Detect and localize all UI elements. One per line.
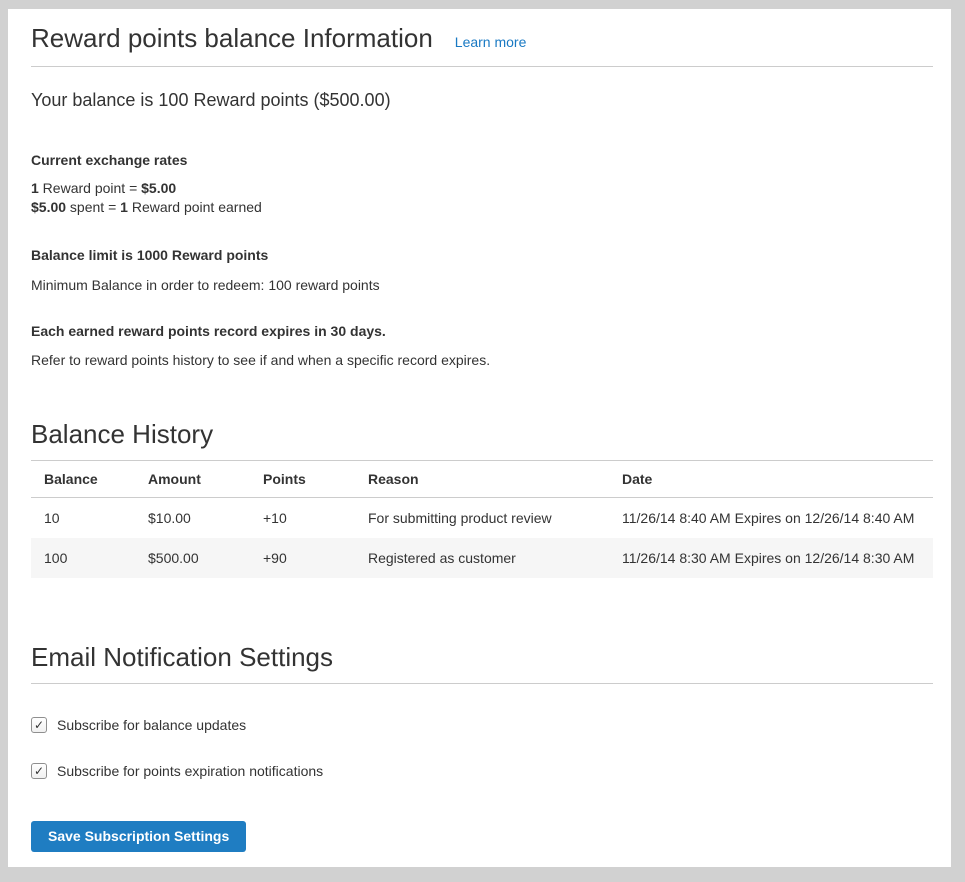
spend-value-bold: $5.00 <box>31 199 66 215</box>
cell-amount: $500.00 <box>135 538 250 578</box>
page-header: Reward points balance Information Learn … <box>31 23 933 54</box>
cell-balance: 100 <box>31 538 135 578</box>
subscribe-balance-updates-row[interactable]: ✓ Subscribe for balance updates <box>31 717 933 733</box>
column-header-date: Date <box>609 461 933 498</box>
column-header-reason: Reason <box>355 461 609 498</box>
subscribe-expiration-notifications-row[interactable]: ✓ Subscribe for points expiration notifi… <box>31 763 933 779</box>
cell-balance: 10 <box>31 498 135 539</box>
reward-points-panel: Reward points balance Information Learn … <box>8 9 951 867</box>
column-header-amount: Amount <box>135 461 250 498</box>
page-title: Reward points balance Information <box>31 23 433 54</box>
balance-limit-text: Balance limit is 1000 Reward points <box>31 246 933 265</box>
spend-middle-text: spent = <box>66 199 120 215</box>
exchange-rates-heading: Current exchange rates <box>31 151 933 170</box>
table-row: 100 $500.00 +90 Registered as customer 1… <box>31 538 933 578</box>
cell-reason: Registered as customer <box>355 538 609 578</box>
spend-suffix-text: Reward point earned <box>128 199 262 215</box>
learn-more-link[interactable]: Learn more <box>455 34 527 50</box>
balance-history-title: Balance History <box>31 419 933 450</box>
cell-date: 11/26/14 8:40 AM Expires on 12/26/14 8:4… <box>609 498 933 539</box>
rate-middle-text: Reward point = <box>39 180 141 196</box>
header-divider <box>31 66 933 67</box>
table-row: 10 $10.00 +10 For submitting product rev… <box>31 498 933 539</box>
rate-value-bold: $5.00 <box>141 180 176 196</box>
expiration-notifications-label: Subscribe for points expiration notifica… <box>57 763 323 779</box>
cell-points: +10 <box>250 498 355 539</box>
balance-history-table: Balance Amount Points Reason Date 10 $10… <box>31 460 933 578</box>
balance-updates-label: Subscribe for balance updates <box>57 717 246 733</box>
table-header-row: Balance Amount Points Reason Date <box>31 461 933 498</box>
rate-points-bold: 1 <box>31 180 39 196</box>
email-notification-title: Email Notification Settings <box>31 642 933 673</box>
exchange-rate-point-to-currency: 1 Reward point = $5.00 <box>31 180 176 196</box>
exchange-rates-lines: 1 Reward point = $5.00 $5.00 spent = 1 R… <box>31 179 933 217</box>
balance-updates-checkbox[interactable]: ✓ <box>31 717 47 733</box>
save-subscription-settings-button[interactable]: Save Subscription Settings <box>31 821 246 852</box>
minimum-redeem-text: Minimum Balance in order to redeem: 100 … <box>31 276 933 295</box>
spend-points-bold: 1 <box>120 199 128 215</box>
cell-reason: For submitting product review <box>355 498 609 539</box>
column-header-points: Points <box>250 461 355 498</box>
cell-date: 11/26/14 8:30 AM Expires on 12/26/14 8:3… <box>609 538 933 578</box>
cell-points: +90 <box>250 538 355 578</box>
expiration-rule-text: Each earned reward points record expires… <box>31 322 933 341</box>
expiration-notifications-checkbox[interactable]: ✓ <box>31 763 47 779</box>
balance-summary: Your balance is 100 Reward points ($500.… <box>31 88 933 113</box>
notification-divider <box>31 683 933 684</box>
column-header-balance: Balance <box>31 461 135 498</box>
exchange-rate-currency-to-point: $5.00 spent = 1 Reward point earned <box>31 199 262 215</box>
expiration-note-text: Refer to reward points history to see if… <box>31 351 933 370</box>
page-background: Reward points balance Information Learn … <box>0 0 965 882</box>
cell-amount: $10.00 <box>135 498 250 539</box>
